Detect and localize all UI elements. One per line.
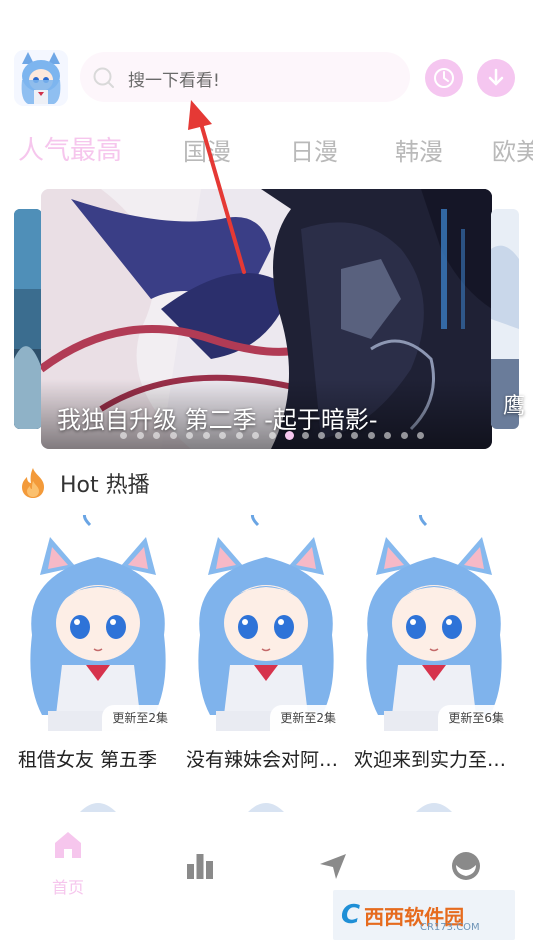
carousel-dot[interactable] [235,432,243,439]
anime-cover: 更新至6集 [354,515,514,731]
carousel-dot[interactable] [136,432,144,439]
tab-western[interactable]: 欧美 [492,132,533,167]
anime-card[interactable]: 更新至2集 租借女友 第五季 [18,515,178,772]
banner-next-title: 鹰 [503,394,526,419]
carousel-dot[interactable] [400,432,408,439]
banner-title: 我独自升级 第二季 -起于暗影- [57,406,378,434]
carousel-dot[interactable] [268,432,276,439]
carousel-dot[interactable] [202,432,210,439]
clock-icon [434,68,454,88]
send-icon [320,854,346,879]
carousel-dots [120,431,440,442]
watermark-logo-letter: C [341,900,361,930]
next-row-card-peek [186,792,346,812]
flame-icon [22,468,44,498]
search-placeholder: 搜一下看看! [128,71,220,91]
nav-profile[interactable] [426,850,506,882]
download-button[interactable] [477,59,515,97]
carousel-dot[interactable] [169,432,177,439]
anime-card[interactable]: 更新至2集 没有辣妹会对阿宅温柔 [186,515,346,772]
carousel-dot[interactable] [384,432,391,439]
home-icon [55,832,81,858]
profile-icon [452,852,480,880]
nav-ranking[interactable] [160,852,240,880]
carousel-dot[interactable] [334,432,342,439]
watermark-url: CR173.COM [420,922,480,933]
carousel-dot[interactable] [120,432,127,439]
carousel-dot[interactable] [318,432,325,439]
download-icon [488,68,504,86]
carousel-dot[interactable] [186,432,193,439]
tab-korean[interactable]: 韩漫 [395,132,443,167]
carousel-dot[interactable] [367,432,375,439]
next-row-card-peek [354,792,514,812]
next-row-card-peek [18,792,178,812]
user-avatar[interactable] [14,50,68,106]
anime-title[interactable]: 没有辣妹会对阿宅温柔 [186,745,346,772]
carousel-dot[interactable] [153,432,160,439]
search-icon [93,67,114,88]
category-tabs: 人气最高 国漫 日漫 韩漫 欧美 [0,128,533,172]
anime-title[interactable]: 租借女友 第五季 [18,745,178,772]
carousel-dot[interactable] [301,432,309,439]
episode-badge: 更新至2集 [270,705,346,731]
carousel-dot[interactable] [252,432,259,439]
carousel-dot[interactable] [219,432,226,439]
anime-card[interactable]: 更新至6集 欢迎来到实力至上主义教室 [354,515,514,772]
section-title: Hot 热播 [60,473,150,498]
episode-badge: 更新至2集 [102,705,178,731]
nav-home-label: 首页 [51,878,84,897]
anime-cover: 更新至2集 [186,515,346,731]
anime-cover: 更新至2集 [18,515,178,731]
tab-chinese[interactable]: 国漫 [183,132,231,167]
anime-cat-girl-avatar-icon [14,50,68,106]
carousel-dot[interactable] [285,431,294,440]
carousel-dot[interactable] [417,432,424,439]
tab-japanese[interactable]: 日漫 [290,132,338,167]
anime-title[interactable]: 欢迎来到实力至上主义教室 [354,745,514,772]
history-button[interactable] [425,59,463,97]
tab-popular[interactable]: 人气最高 [18,130,122,167]
nav-home[interactable]: 首页 [28,830,108,898]
hot-section-header: Hot 热播 [18,466,150,500]
episode-badge: 更新至6集 [438,705,514,731]
bar-chart-icon [187,854,213,879]
nav-explore[interactable] [293,852,373,880]
carousel-dot[interactable] [351,432,358,439]
banner-prev-card[interactable] [14,209,42,429]
